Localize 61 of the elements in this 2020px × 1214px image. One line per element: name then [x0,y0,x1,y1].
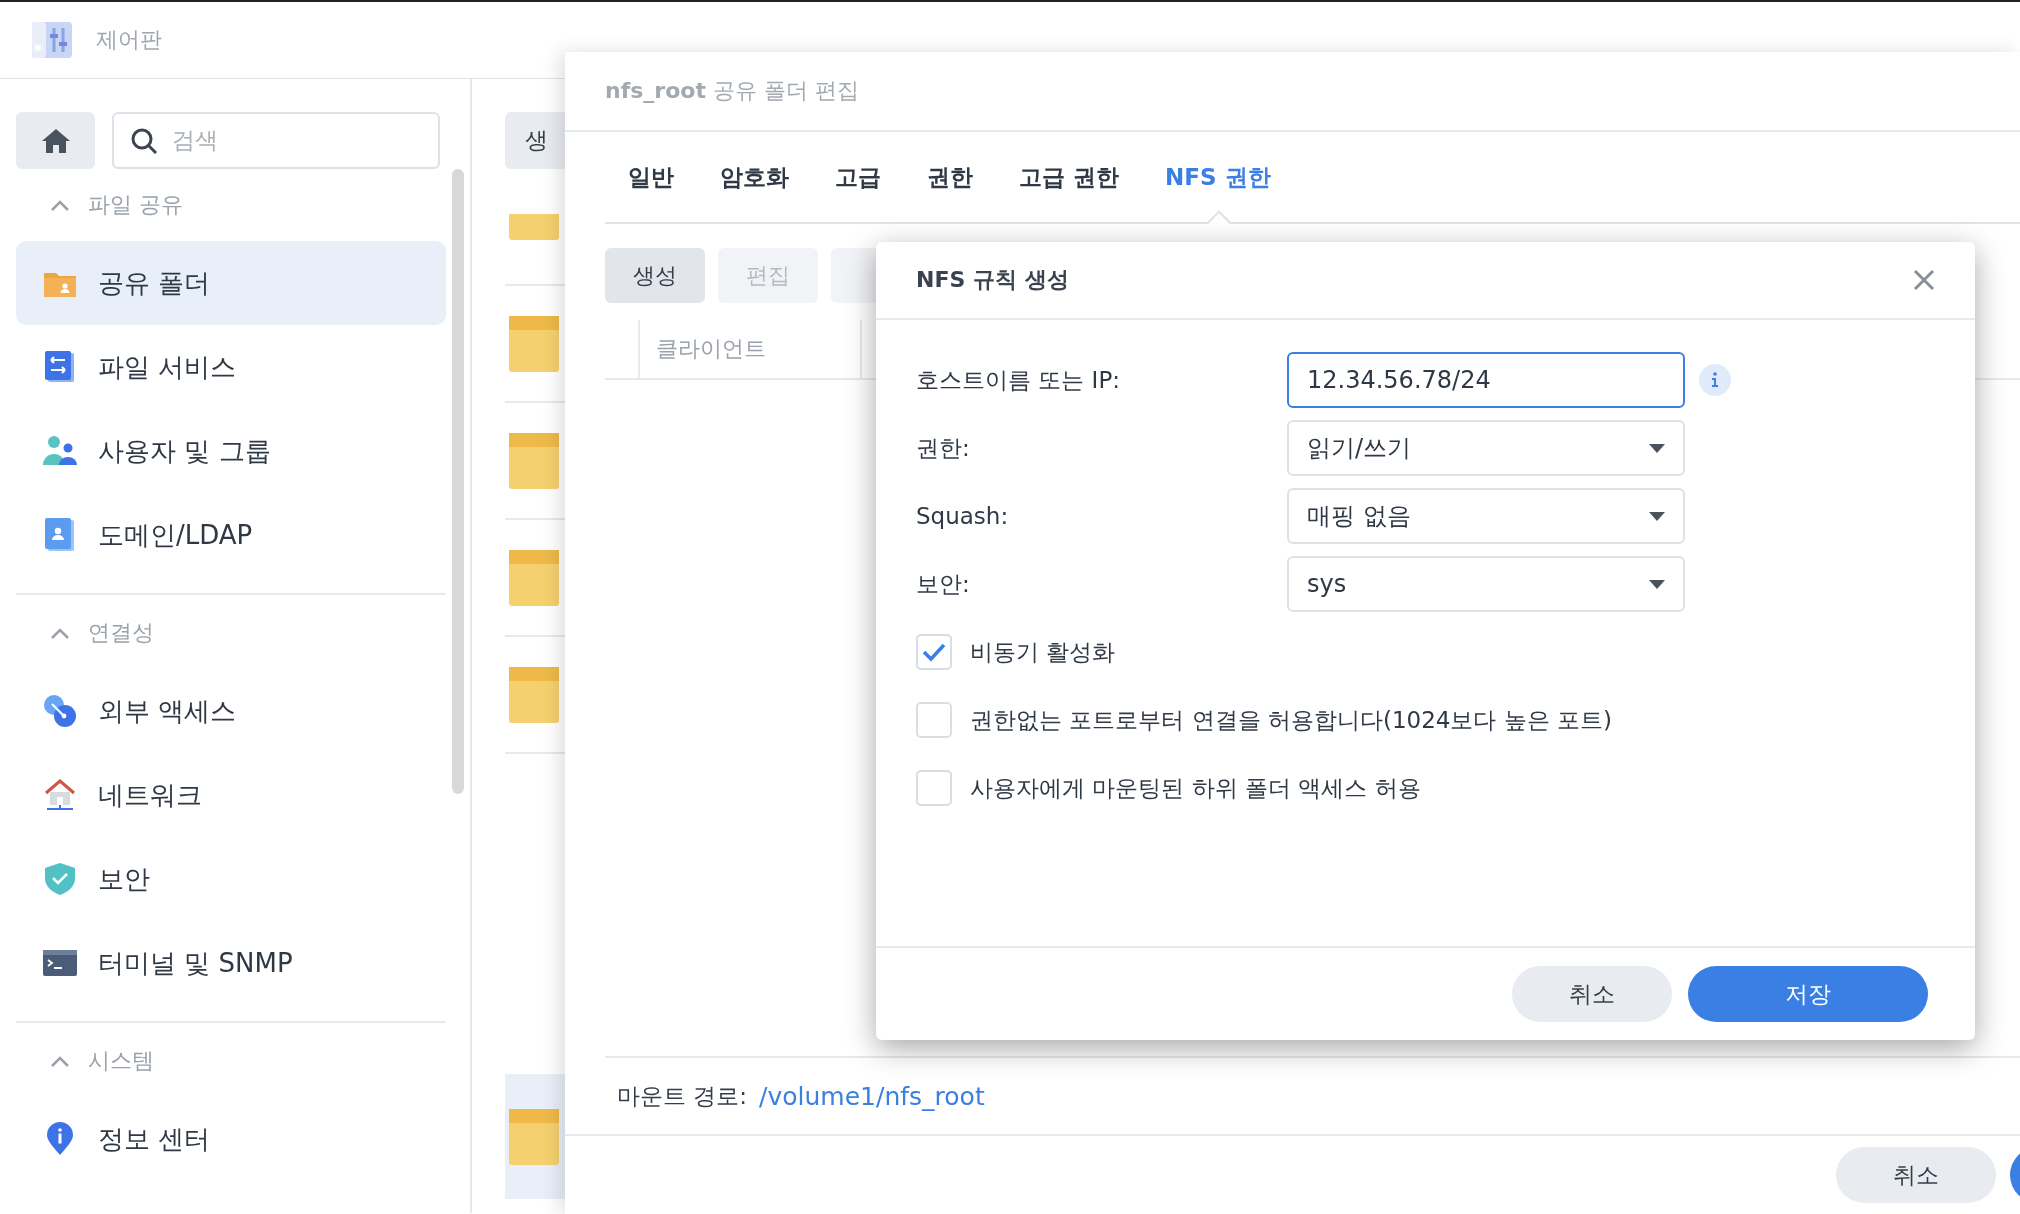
sidebar-item[interactable]: 터미널 및 SNMP [16,921,446,1005]
chevron-icon [50,627,70,639]
sidebar-item[interactable]: 공유 폴더 [16,241,446,325]
chevron-icon [50,199,70,211]
input-field[interactable]: 12.34.56.78/24 [1287,352,1685,408]
search-icon [130,126,158,155]
sidebar-item[interactable]: 정보 센터 [16,1097,446,1181]
field-label: 보안: [916,569,971,599]
checkbox[interactable] [916,634,952,670]
tab[interactable]: 일반 [605,132,697,222]
select-field[interactable]: sys [1287,556,1685,612]
toolbar-button[interactable]: 생성 [605,248,705,303]
home-button[interactable] [16,112,95,169]
tab[interactable]: 권한 [904,132,996,222]
cancel-button[interactable]: 취소 [1836,1147,1996,1203]
checkbox-label: 비동기 활성화 [970,637,1116,667]
chevron-icon [50,1055,70,1067]
sidebar-item[interactable]: 보안 [16,837,446,921]
field-label: Squash: [916,503,1010,529]
check-icon [922,642,946,662]
save-button[interactable]: 저장 [1688,966,1928,1022]
folder-icon [509,315,559,372]
window-title: nfs_root 공유 폴더 편집 [565,52,2020,132]
cancel-button[interactable]: 취소 [1512,966,1672,1022]
field-label: 권한: [916,433,971,463]
caret-icon [1649,443,1665,453]
sliders-icon [30,20,74,60]
path-link[interactable]: /volume1/nfs_root [759,1081,985,1111]
checkbox-label: 권한없는 포트로부터 연결을 허용합니다(1024보다 높은 포트) [970,705,1613,735]
app-title: 제어판 [96,26,162,54]
dialog-title: NFS 규칙 생성 [916,266,1069,294]
caret-icon [1649,511,1665,521]
sidebar-item[interactable]: 파일 서비스 [16,325,446,409]
field-label: 호스트이름 또는 IP: [916,365,1122,395]
sidebar-item[interactable]: 사용자 및 그룹 [16,409,446,493]
connection-icon [42,693,78,729]
sidebar-item[interactable]: 네트워크 [16,753,446,837]
folder-icon [509,1108,559,1165]
tab[interactable]: 고급 [812,132,904,222]
sidebar-item[interactable]: 외부 액세스 [16,669,446,753]
checkbox[interactable] [916,702,952,738]
select-field[interactable]: 읽기/쓰기 [1287,420,1685,476]
caret-icon [1649,579,1665,589]
folder-icon [509,549,559,606]
folder-icon [509,432,559,489]
checkbox-label: 사용자에게 마운팅된 하위 폴더 액세스 허용 [970,773,1421,803]
shield-check-icon [42,861,78,897]
sidebar-item[interactable]: 도메인/LDAP [16,493,446,577]
checkbox[interactable] [916,770,952,806]
house-icon [42,777,78,813]
scrollbar[interactable] [452,169,464,794]
select-field[interactable]: 매핑 없음 [1287,488,1685,544]
tab[interactable]: 고급 권한 [996,132,1142,222]
home-icon [40,126,71,155]
mount-path-label: 마운트 경로: [617,1081,748,1111]
tab[interactable]: 암호화 [697,132,812,222]
info-icon[interactable] [1699,364,1731,396]
folder-icon [509,213,559,240]
folder-icon [509,666,559,723]
column-header: 클라이언트 [638,320,860,378]
close-icon[interactable] [1913,269,1935,291]
